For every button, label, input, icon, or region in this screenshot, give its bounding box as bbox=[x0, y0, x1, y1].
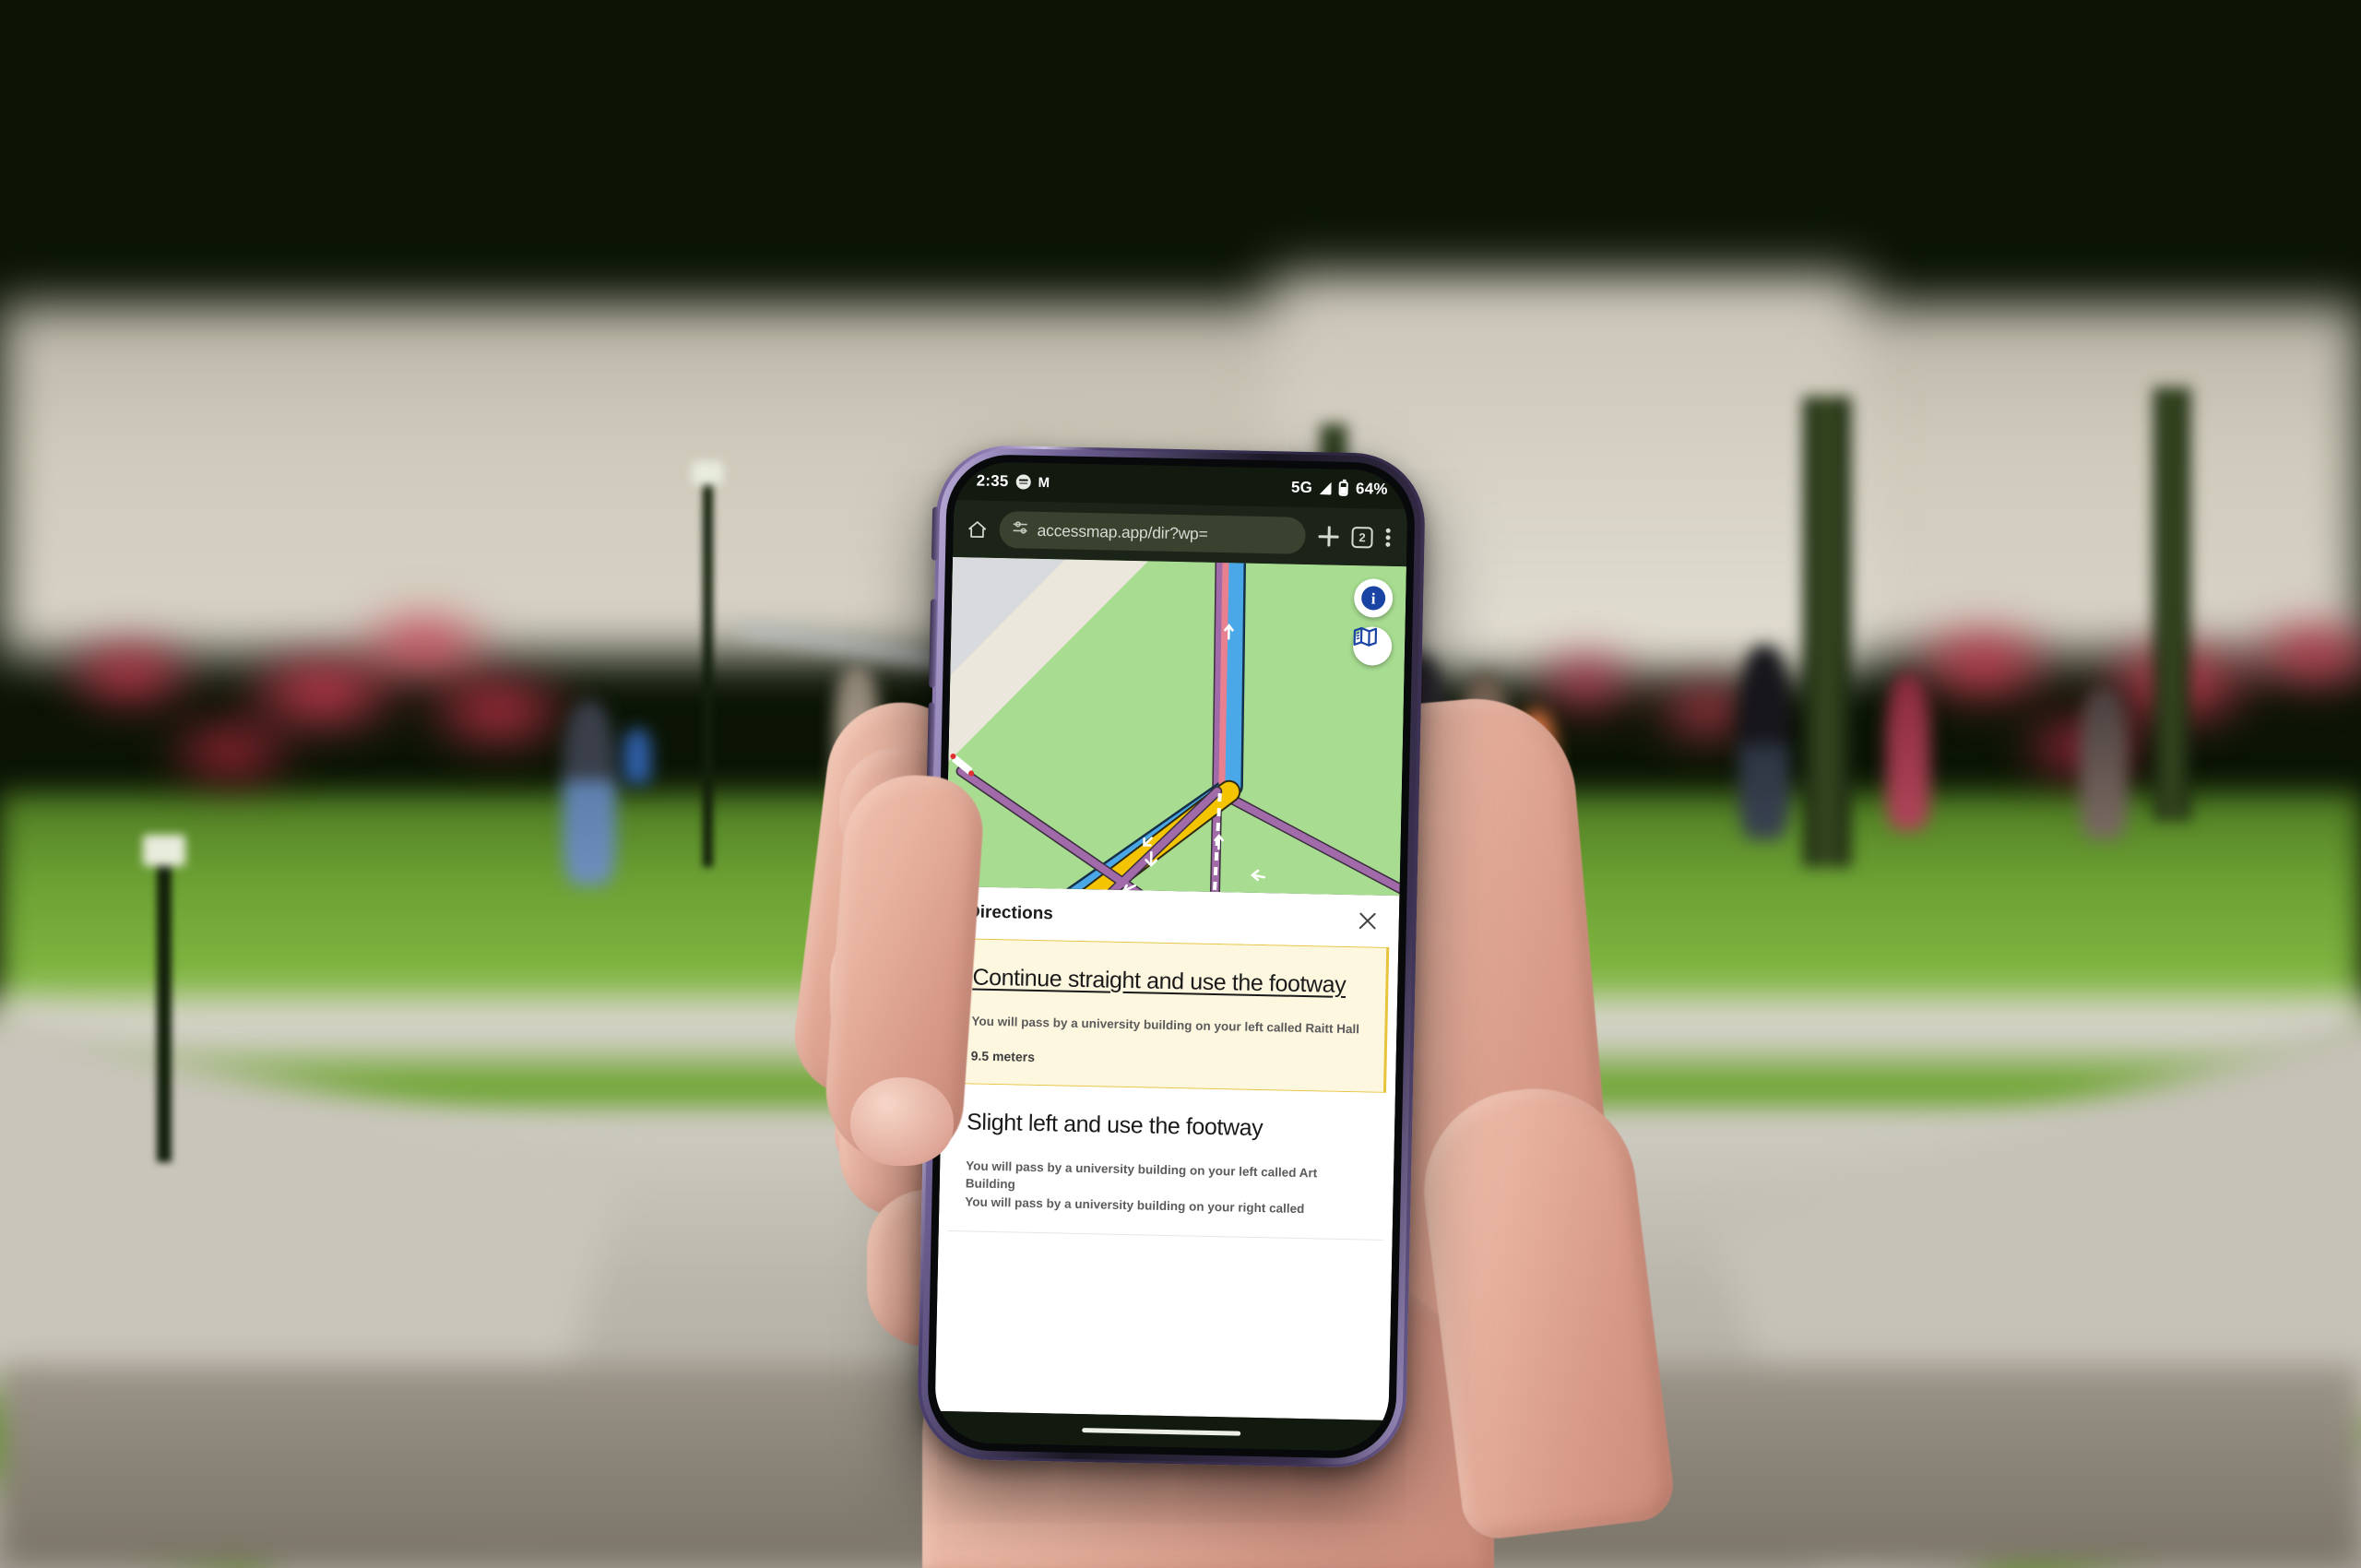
url-text: accessmap.app/dir?wp= bbox=[1037, 520, 1208, 543]
step-title: Slight left and use the footway bbox=[966, 1109, 1264, 1142]
browser-toolbar: accessmap.app/dir?wp= 2 bbox=[953, 499, 1408, 567]
pedestrian bbox=[2080, 687, 2128, 839]
pedestrian bbox=[1462, 673, 1508, 821]
directions-sheet: Directions Continue straight and use the… bbox=[934, 885, 1400, 1421]
home-icon[interactable] bbox=[967, 520, 987, 538]
battery-icon bbox=[1338, 481, 1349, 496]
status-time: 2:35 bbox=[976, 471, 1009, 491]
map-canvas bbox=[945, 556, 1406, 897]
direction-step-active[interactable]: Continue straight and use the footway Yo… bbox=[951, 938, 1390, 1093]
volume-up-button[interactable] bbox=[929, 599, 938, 688]
mute-switch[interactable] bbox=[931, 506, 940, 561]
address-bar[interactable]: accessmap.app/dir?wp= bbox=[999, 511, 1307, 554]
lamp-head bbox=[143, 835, 185, 866]
network-type: 5G bbox=[1290, 478, 1313, 497]
tab-count: 2 bbox=[1358, 529, 1366, 544]
battery-level: 64% bbox=[1355, 480, 1388, 498]
home-indicator-bar[interactable] bbox=[1082, 1427, 1241, 1436]
pedestrian bbox=[1738, 646, 1790, 839]
tree-trunk bbox=[1803, 397, 1851, 867]
pedestrian bbox=[835, 664, 879, 802]
pedestrian bbox=[1517, 710, 1556, 821]
three-dot-menu-icon bbox=[1385, 527, 1390, 548]
directions-step-list[interactable]: Continue straight and use the footway Yo… bbox=[935, 938, 1399, 1420]
step-notes: You will pass by a university building o… bbox=[971, 1012, 1368, 1039]
step-title: Continue straight and use the footway bbox=[972, 964, 1347, 998]
step-notes: You will pass by a university building o… bbox=[965, 1157, 1368, 1219]
pedestrian bbox=[1886, 673, 1930, 830]
pedestrian bbox=[623, 729, 651, 784]
gmail-icon: M bbox=[1038, 474, 1050, 491]
lamp-head bbox=[692, 461, 723, 485]
pedestrian bbox=[563, 701, 616, 885]
phone-screen: 2:35 M 5G 64% accessmap.app/dir?wp= 2 i … bbox=[933, 460, 1409, 1453]
signal-bars-icon bbox=[1319, 481, 1333, 495]
directions-header: Directions bbox=[944, 886, 1399, 947]
lamp-post bbox=[157, 858, 172, 1162]
azalea-bush-left bbox=[18, 590, 609, 821]
map-view[interactable]: i bbox=[945, 556, 1406, 897]
thumb-nail-overlay bbox=[850, 1077, 954, 1166]
directions-title: Directions bbox=[967, 902, 1054, 924]
tree-trunk bbox=[2153, 387, 2190, 821]
tune-icon[interactable] bbox=[1012, 520, 1028, 539]
plus-icon bbox=[1318, 526, 1338, 546]
phone-bezel: 2:35 M 5G 64% accessmap.app/dir?wp= 2 i … bbox=[926, 453, 1417, 1460]
tab-switcher-button[interactable]: 2 bbox=[1351, 526, 1373, 548]
new-tab-button[interactable] bbox=[1318, 526, 1338, 546]
smartphone: 2:35 M 5G 64% accessmap.app/dir?wp= 2 i … bbox=[916, 444, 1427, 1469]
step-note: You will pass by a university building o… bbox=[971, 1013, 1360, 1036]
info-icon: i bbox=[1360, 586, 1386, 611]
spotify-icon bbox=[1015, 474, 1031, 490]
direction-step[interactable]: Slight left and use the footway You will… bbox=[947, 1084, 1386, 1241]
browser-menu-button[interactable] bbox=[1385, 527, 1390, 548]
step-distance: 9.5 meters bbox=[970, 1048, 1036, 1064]
close-icon[interactable] bbox=[1357, 909, 1379, 932]
lamp-post bbox=[703, 480, 713, 867]
